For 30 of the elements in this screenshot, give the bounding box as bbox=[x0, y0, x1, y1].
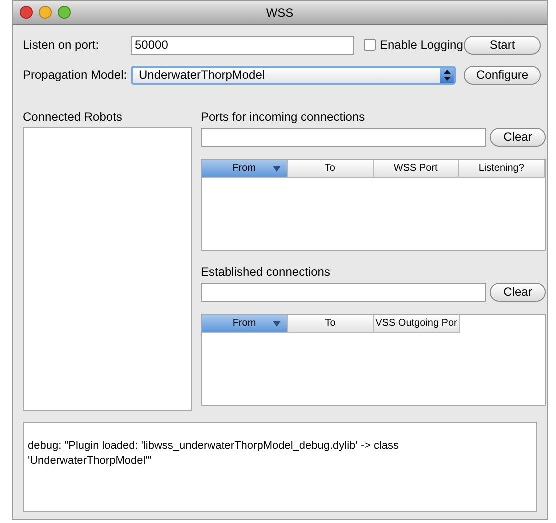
filter-field[interactable] bbox=[201, 282, 486, 302]
column-header[interactable]: From bbox=[202, 315, 288, 333]
column-header[interactable]: From bbox=[202, 160, 288, 178]
window-title: WSS bbox=[266, 4, 294, 22]
model-label: Propagation Model: bbox=[23, 67, 128, 84]
push-button[interactable]: Clear bbox=[490, 128, 546, 146]
filter-field[interactable] bbox=[201, 128, 486, 146]
section-title: Ports for incoming connections bbox=[201, 109, 366, 126]
push-button[interactable]: Start bbox=[464, 36, 541, 54]
column-header[interactable]: VSS Outgoing Por bbox=[374, 315, 460, 333]
stepper-icon bbox=[444, 70, 450, 80]
push-button[interactable]: Clear bbox=[490, 282, 546, 302]
section-title: Established connections bbox=[201, 264, 332, 281]
zoom-icon[interactable] bbox=[58, 6, 71, 19]
column-header[interactable]: To bbox=[288, 315, 374, 333]
close-icon[interactable] bbox=[20, 6, 33, 19]
sort-arrow-icon bbox=[272, 166, 281, 172]
column-header[interactable]: Listening? bbox=[459, 160, 545, 178]
column-header[interactable]: To bbox=[288, 160, 374, 178]
port-field[interactable]: 50000 bbox=[131, 36, 354, 54]
log-line: debug: "Plugin loaded: 'libwss_underwaterThorpModel_debug.dylib' -> class bbox=[28, 439, 400, 454]
push-button[interactable]: Configure bbox=[464, 66, 541, 84]
port-label: Listen on port: bbox=[23, 37, 100, 54]
log-line: 'UnderwaterThorpModel'" bbox=[28, 454, 153, 469]
minimize-icon[interactable] bbox=[39, 6, 52, 19]
section-title: Connected Robots bbox=[23, 109, 124, 126]
logging-checkbox[interactable]: Enable Logging bbox=[364, 36, 464, 54]
column-header[interactable]: WSS Port bbox=[374, 160, 460, 178]
model-dropdown[interactable]: UnderwaterThorpModel bbox=[131, 66, 456, 84]
sort-arrow-icon bbox=[273, 320, 281, 326]
